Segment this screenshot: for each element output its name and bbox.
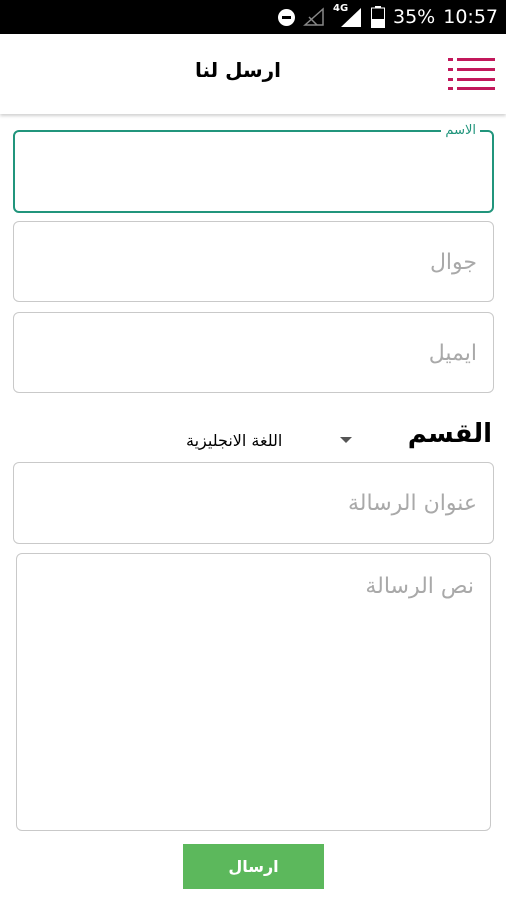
no-signal-icon (303, 7, 324, 26)
page-title: ارسل لنا (194, 58, 282, 82)
send-button[interactable]: ارسال (183, 844, 324, 889)
subject-input[interactable] (14, 463, 493, 543)
hamburger-icon (448, 58, 495, 90)
battery-percent: 35% (393, 6, 436, 28)
status-icons: 4G 35% 10:57 (278, 0, 498, 34)
status-bar: 4G 35% 10:57 (0, 0, 506, 34)
clock-time: 10:57 (443, 6, 498, 28)
menu-button[interactable] (448, 54, 496, 94)
mobile-input[interactable] (14, 222, 493, 301)
battery-icon (371, 6, 385, 28)
signal-4g-icon: 4G (333, 3, 363, 28)
section-dropdown[interactable]: اللغة الانجليزية (186, 427, 353, 453)
email-field[interactable] (13, 312, 494, 393)
top-app-bar: ارسل لنا (0, 34, 506, 114)
message-textarea[interactable] (17, 554, 490, 830)
page-title-wrap: ارسل لنا (0, 58, 506, 82)
name-field[interactable]: الاسم (13, 123, 494, 213)
mobile-field[interactable] (13, 221, 494, 302)
do-not-disturb-icon (278, 8, 295, 26)
name-input[interactable] (15, 132, 492, 211)
section-selected-value: اللغة الانجليزية (186, 430, 283, 450)
subject-field[interactable] (13, 462, 494, 544)
message-field[interactable] (16, 553, 491, 831)
email-input[interactable] (14, 313, 493, 392)
dropdown-caret-icon (340, 437, 353, 443)
section-label: القسم (407, 419, 492, 449)
